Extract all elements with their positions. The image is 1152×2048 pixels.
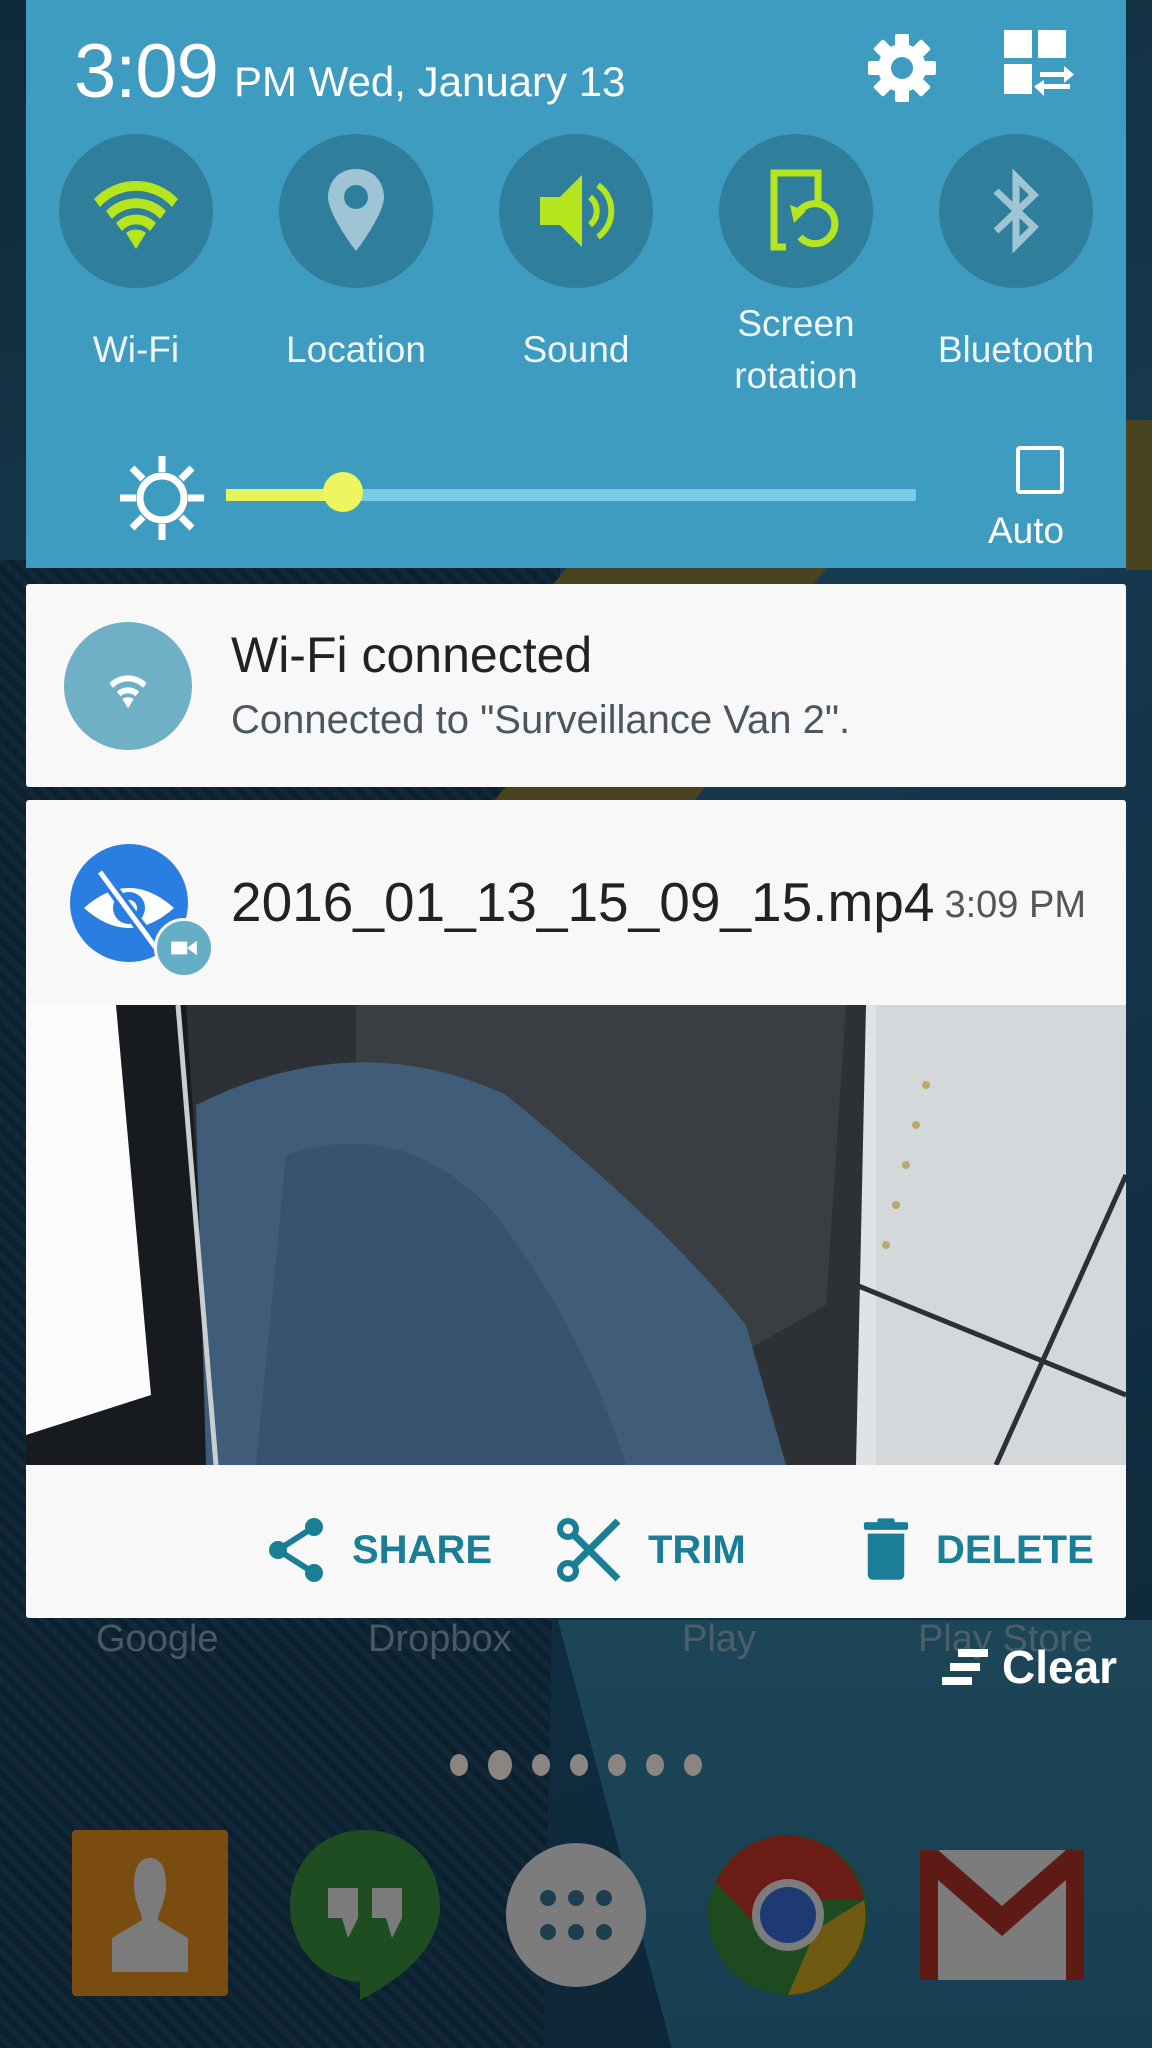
clock-date: PM Wed, January 13 [234,58,626,105]
brightness-slider[interactable] [226,472,916,512]
page-dot[interactable] [646,1754,664,1776]
toggle-screen-rotation[interactable]: Screen rotation [718,134,874,396]
auto-brightness-checkbox[interactable] [1016,446,1064,494]
gear-icon[interactable] [862,28,942,108]
clear-all-icon [942,1649,988,1685]
app-label: Play [682,1618,756,1660]
brightness-icon [116,452,208,544]
speaker-icon [540,175,615,247]
toggle-wifi[interactable]: Wi-Fi [58,134,214,370]
notification-wifi[interactable]: Wi-Fi connected Connected to "Surveillan… [26,584,1126,787]
trim-label: TRIM [648,1527,746,1572]
page-dot[interactable] [488,1750,512,1780]
delete-button[interactable]: DELETE [862,1517,1094,1583]
trash-icon [863,1518,909,1580]
toggle-label: Screen rotation [734,303,858,396]
clock-time: 3:09 [74,29,219,114]
wallpaper-stripe [553,568,827,584]
page-dot[interactable] [570,1754,588,1776]
wallpaper-stripe [1126,420,1152,570]
wallpaper-stripe [494,787,706,800]
page-dot[interactable] [450,1754,468,1776]
notification-title: Wi-Fi connected [231,627,593,683]
clear-label: Clear [1002,1641,1118,1693]
bluetooth-icon [993,168,1040,254]
apps-drawer-icon[interactable] [505,1842,647,1993]
toggle-label: Location [286,329,426,370]
share-icon [269,1518,323,1582]
toggle-sound[interactable]: Sound [498,134,654,370]
page-dot[interactable] [532,1754,550,1776]
notification-video[interactable]: 2016_01_13_15_09_15.mp4 3:09 PM SHARE TR… [26,800,1126,1618]
wifi-icon [94,181,178,249]
app-label: Google [96,1618,219,1660]
toggle-label: Sound [522,329,630,370]
share-label: SHARE [352,1527,493,1572]
chrome-icon[interactable] [706,1830,870,2005]
toggle-label: Wi-Fi [92,329,180,370]
screen-rotation-icon [770,169,839,251]
brightness-slider-knob[interactable] [323,472,363,512]
notification-title: 2016_01_13_15_09_15.mp4 [231,871,935,933]
share-button[interactable]: SHARE [266,1517,492,1583]
clear-all-button[interactable]: Clear [940,1640,1117,1694]
page-indicator [450,1750,702,1780]
quick-settings-edit-icon[interactable] [1002,28,1082,108]
app-label: Dropbox [368,1618,512,1660]
contacts-icon[interactable] [72,1830,228,2001]
notification-actions: SHARE TRIM DELETE [26,1465,1126,1618]
trim-button[interactable]: TRIM [556,1517,746,1583]
page-dot[interactable] [608,1754,626,1776]
toggle-location[interactable]: Location [278,134,434,370]
toggle-label: Bluetooth [937,329,1095,370]
page-dot[interactable] [684,1754,702,1776]
scissors-icon [557,1518,621,1582]
video-thumbnail[interactable] [26,1005,1126,1465]
delete-label: DELETE [936,1527,1094,1572]
notification-time: 3:09 PM [944,884,1086,926]
location-pin-icon [328,169,384,251]
quick-settings-panel: 3:09 PM Wed, January 13 Wi-Fi Location S… [26,0,1126,568]
video-camera-icon [154,918,214,978]
auto-brightness-label: Auto [988,510,1065,551]
hangouts-icon[interactable] [290,1830,440,2005]
notification-subtitle: Connected to "Surveillance Van 2". [231,698,851,742]
gmail-icon[interactable] [920,1850,1084,1985]
toggle-bluetooth[interactable]: Bluetooth [938,134,1094,370]
wifi-icon [64,622,192,750]
